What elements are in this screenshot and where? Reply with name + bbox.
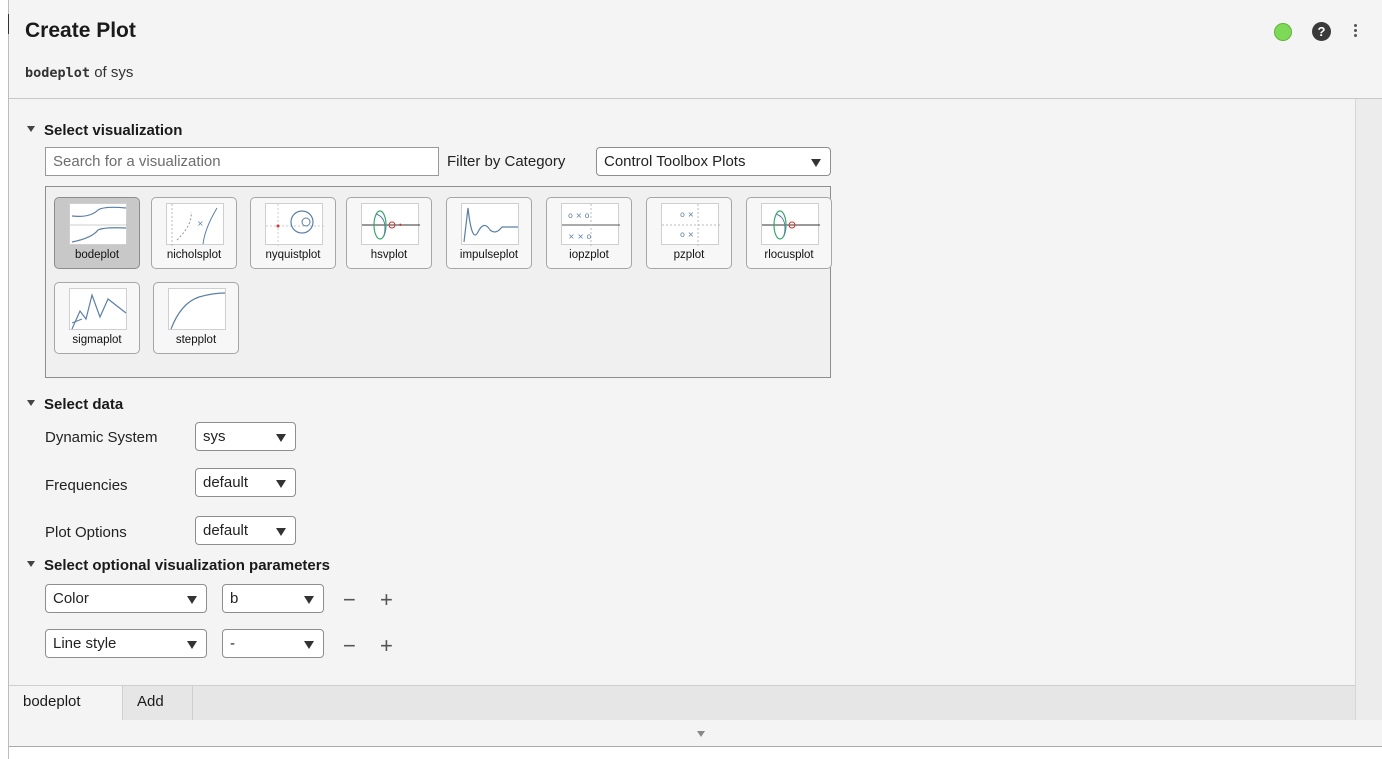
svg-text:× × o: × × o (568, 232, 591, 241)
dynamic-system-label: Dynamic System (45, 429, 158, 446)
param-value-dropdown[interactable]: - (222, 629, 324, 658)
param-name-value: Color (53, 590, 89, 607)
nicholsplot-thumbnail-icon: × (166, 203, 224, 246)
tab-add[interactable]: Add (123, 686, 193, 721)
tile-bodeplot[interactable]: bodeplot (54, 197, 140, 269)
svg-text:o ×: o × (680, 210, 694, 219)
filter-label: Filter by Category (447, 153, 566, 170)
sigmaplot-thumbnail-icon (69, 288, 127, 330)
tile-label: hsvplot (370, 249, 408, 261)
tile-label: iopzplot (569, 249, 609, 261)
search-input[interactable] (45, 147, 439, 176)
chevron-down-icon (697, 731, 705, 737)
svg-text:o ×: o × (680, 230, 694, 239)
visualization-gallery: bodeplot × nicholsplot nyquistplot • hsv… (45, 186, 832, 378)
page-subtitle: bodeplot of sys (25, 64, 133, 81)
dropdown-arrow-icon (304, 596, 314, 604)
param-value-value: b (230, 590, 239, 607)
impulseplot-thumbnail-icon (461, 203, 519, 245)
param-value-value: - (230, 635, 235, 652)
frequencies-value: default (203, 474, 249, 491)
remove-parameter-button[interactable]: − (343, 589, 356, 611)
help-icon[interactable]: ? (1312, 22, 1331, 41)
plot-options-value: default (203, 522, 249, 539)
tile-label: pzplot (673, 249, 705, 261)
collapse-handle[interactable] (9, 720, 1382, 746)
tile-label: impulseplot (459, 249, 519, 261)
tile-label: bodeplot (74, 249, 120, 261)
tile-label: sigmaplot (72, 334, 122, 346)
vertical-scrollbar[interactable] (1355, 99, 1382, 720)
tile-label: nyquistplot (265, 249, 321, 261)
tile-nicholsplot[interactable]: × nicholsplot (151, 197, 237, 269)
section-label: Select visualization (44, 122, 183, 139)
dropdown-arrow-icon (304, 641, 314, 649)
dropdown-arrow-icon (276, 434, 286, 442)
tile-label: stepplot (175, 334, 217, 346)
dropdown-arrow-icon (276, 528, 286, 536)
add-parameter-button[interactable]: + (380, 635, 393, 657)
section-optional-parameters[interactable]: Select optional visualization parameters (27, 557, 330, 574)
collapse-triangle-icon (27, 400, 35, 406)
hsvplot-thumbnail-icon: • (361, 203, 420, 245)
bottom-margin (9, 747, 1382, 759)
remove-parameter-button[interactable]: − (343, 635, 356, 657)
param-name-dropdown[interactable]: Line style (45, 629, 207, 658)
nyquistplot-thumbnail-icon (265, 203, 324, 246)
svg-text:o × o: o × o (568, 211, 590, 220)
plot-options-label: Plot Options (45, 524, 127, 541)
edge-marker (8, 14, 9, 34)
dropdown-arrow-icon (187, 596, 197, 604)
dynamic-system-dropdown[interactable]: sys (195, 422, 296, 451)
param-name-value: Line style (53, 635, 117, 652)
section-label: Select data (44, 396, 124, 413)
bodeplot-thumbnail-icon (69, 203, 128, 245)
stepplot-thumbnail-icon (168, 288, 226, 330)
subtitle-function: bodeplot (25, 65, 91, 81)
tile-sigmaplot[interactable]: sigmaplot (54, 282, 140, 354)
tile-iopzplot[interactable]: o × o × × o iopzplot (546, 197, 632, 269)
section-label: Select optional visualization parameters (44, 557, 330, 574)
subtitle-target: of sys (90, 64, 134, 81)
filter-category-dropdown[interactable]: Control Toolbox Plots (596, 147, 831, 176)
section-select-visualization[interactable]: Select visualization (27, 122, 182, 139)
plot-options-dropdown[interactable]: default (195, 516, 296, 545)
tile-pzplot[interactable]: o × o × pzplot (646, 197, 732, 269)
tile-hsvplot[interactable]: • hsvplot (346, 197, 432, 269)
tile-label: nicholsplot (166, 249, 222, 261)
tile-label: rlocusplot (764, 249, 814, 261)
tab-bodeplot[interactable]: bodeplot (9, 686, 123, 721)
svg-text:×: × (197, 219, 204, 228)
filter-value: Control Toolbox Plots (604, 153, 746, 170)
tile-nyquistplot[interactable]: nyquistplot (250, 197, 336, 269)
add-parameter-button[interactable]: + (380, 589, 393, 611)
dropdown-arrow-icon (187, 641, 197, 649)
tab-bar: bodeplot Add (9, 685, 1355, 721)
tile-stepplot[interactable]: stepplot (153, 282, 239, 354)
tile-rlocusplot[interactable]: rlocusplot (746, 197, 832, 269)
more-options-icon[interactable] (1352, 22, 1358, 40)
frequencies-dropdown[interactable]: default (195, 468, 296, 497)
frequencies-label: Frequencies (45, 477, 128, 494)
page-title: Create Plot (25, 19, 136, 42)
iopzplot-thumbnail-icon: o × o × × o (561, 203, 620, 246)
section-select-data[interactable]: Select data (27, 396, 123, 413)
dynamic-system-value: sys (203, 428, 226, 445)
collapse-triangle-icon (27, 561, 35, 567)
dropdown-arrow-icon (811, 159, 821, 167)
status-indicator-icon (1274, 23, 1292, 41)
pzplot-thumbnail-icon: o × o × (661, 203, 720, 246)
svg-text:•: • (398, 221, 403, 230)
dropdown-arrow-icon (276, 480, 286, 488)
collapse-triangle-icon (27, 126, 35, 132)
rlocusplot-thumbnail-icon (761, 203, 820, 245)
param-name-dropdown[interactable]: Color (45, 584, 207, 613)
param-value-dropdown[interactable]: b (222, 584, 324, 613)
tile-impulseplot[interactable]: impulseplot (446, 197, 532, 269)
